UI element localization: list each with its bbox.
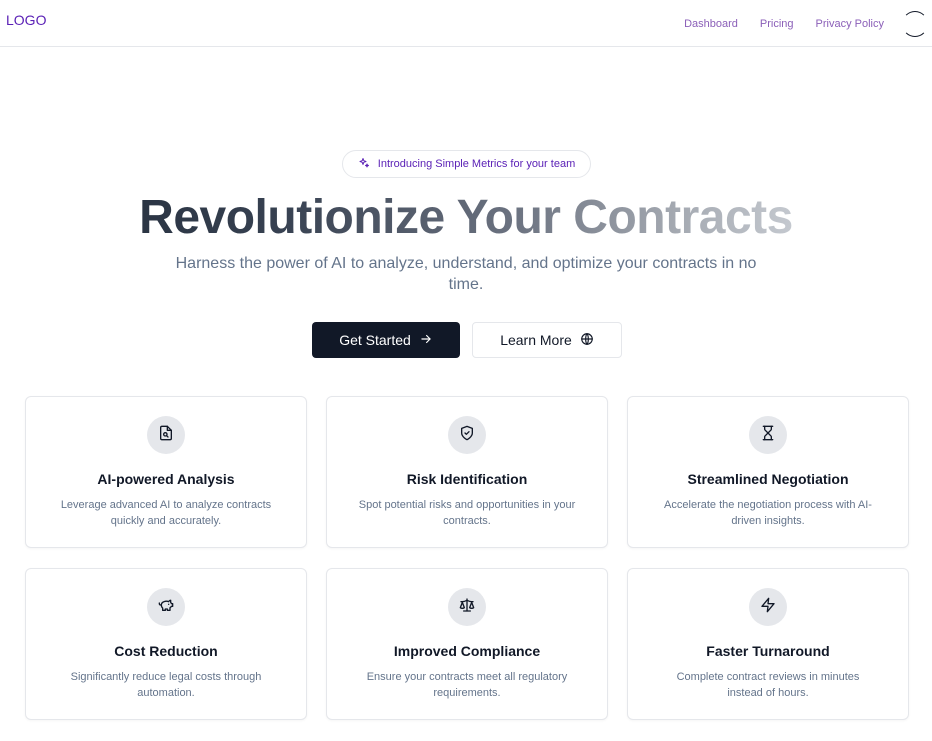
document-scan-icon: [158, 425, 174, 446]
feature-description: Complete contract reviews in minutes ins…: [676, 671, 860, 699]
feature-title: AI-powered Analysis: [97, 471, 235, 487]
feature-description: Spot potential risks and opportunities i…: [358, 499, 576, 527]
hourglass-icon: [760, 425, 776, 446]
feature-description: Significantly reduce legal costs through…: [70, 671, 262, 699]
feature-card-improved-compliance: Improved Compliance Ensure your contract…: [326, 568, 608, 720]
feature-title: Risk Identification: [406, 471, 528, 487]
piggy-bank-icon: [158, 597, 174, 618]
feature-card-streamlined-negotiation: Streamlined Negotiation Accelerate the n…: [627, 396, 909, 548]
sparkles-icon: [358, 157, 370, 172]
feature-card-faster-turnaround: Faster Turnaround Complete contract revi…: [627, 568, 909, 720]
feature-description: Ensure your contracts meet all regulator…: [366, 671, 568, 699]
feature-card-ai-analysis: AI-powered Analysis Leverage advanced AI…: [25, 396, 307, 548]
announcement-pill[interactable]: Introducing Simple Metrics for your team: [342, 150, 591, 178]
globe-icon: [580, 332, 594, 349]
feature-title: Cost Reduction: [114, 643, 218, 659]
arrow-right-icon: [419, 332, 433, 349]
nav-link-privacy-policy[interactable]: Privacy Policy: [816, 18, 884, 30]
nav-link-pricing[interactable]: Pricing: [760, 18, 794, 30]
shield-check-icon: [459, 425, 475, 446]
zap-icon: [760, 597, 776, 618]
announcement-text: Introducing Simple Metrics for your team: [377, 158, 576, 170]
feature-description: Leverage advanced AI to analyze contract…: [60, 499, 272, 527]
feature-title: Streamlined Negotiation: [687, 471, 849, 487]
feature-title: Faster Turnaround: [706, 643, 830, 659]
main-nav: Dashboard Pricing Privacy Policy: [684, 0, 932, 47]
learn-more-label: Learn More: [500, 332, 572, 348]
learn-more-button[interactable]: Learn More: [472, 322, 622, 358]
feature-title: Improved Compliance: [393, 643, 541, 659]
top-navigation-bar: LOGO Dashboard Pricing Privacy Policy: [0, 0, 932, 47]
feature-card-cost-reduction: Cost Reduction Significantly reduce lega…: [25, 568, 307, 720]
get-started-button[interactable]: Get Started: [312, 322, 460, 358]
feature-card-risk-identification: Risk Identification Spot potential risks…: [326, 396, 608, 548]
get-started-label: Get Started: [339, 332, 411, 348]
user-avatar[interactable]: [902, 10, 928, 37]
nav-link-dashboard[interactable]: Dashboard: [684, 18, 738, 30]
feature-description: Accelerate the negotiation process with …: [664, 499, 872, 527]
logo[interactable]: LOGO: [6, 12, 46, 28]
hero-headline: Revolutionize Your Contracts: [0, 190, 932, 246]
hero-subheading: Harness the power of AI to analyze, unde…: [175, 255, 757, 293]
scale-icon: [459, 597, 475, 618]
